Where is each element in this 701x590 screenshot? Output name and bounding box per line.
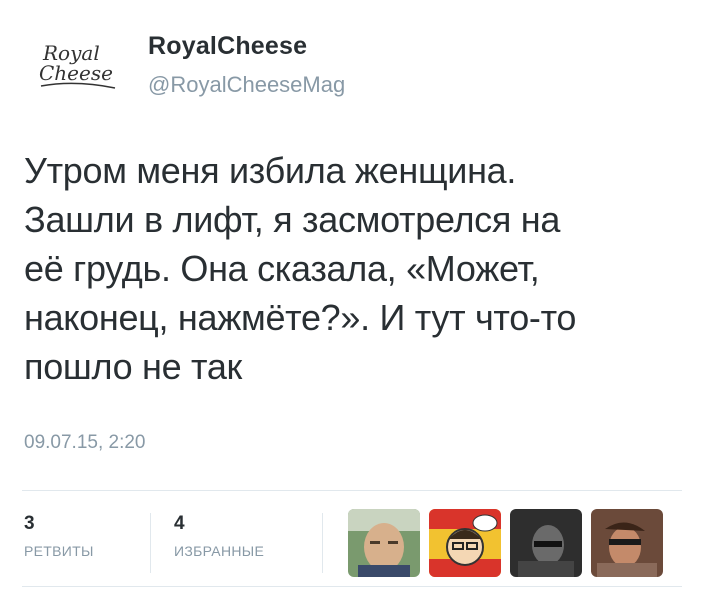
stats-separator <box>322 513 323 573</box>
user-avatar-2-icon[interactable] <box>429 509 501 577</box>
favorited-by-avatars <box>348 509 663 577</box>
user-avatar-1-icon[interactable] <box>348 509 420 577</box>
favorites-stat[interactable]: 4 ИЗБРАННЫЕ <box>174 513 264 559</box>
tweet-line: наконец, нажмёте?». И тут что-то <box>24 297 577 338</box>
tweet-line: Зашли в лифт, я засмотрелся на <box>24 199 561 240</box>
author-avatar[interactable]: Royal Cheese <box>30 32 130 100</box>
tweet-line: пошло не так <box>24 346 242 387</box>
favorites-count: 4 <box>174 513 185 534</box>
stats-separator <box>150 513 151 573</box>
user-avatar-3-icon[interactable] <box>510 509 582 577</box>
svg-text:Cheese: Cheese <box>39 61 113 85</box>
tweet-header: Royal Cheese RoyalCheese @RoyalCheeseMag <box>0 0 701 130</box>
retweets-stat[interactable]: 3 РЕТВИТЫ <box>24 513 94 559</box>
favorites-label: ИЗБРАННЫЕ <box>174 543 265 559</box>
retweets-label: РЕТВИТЫ <box>24 543 94 559</box>
author-name[interactable]: RoyalCheese <box>148 32 307 61</box>
retweets-count: 3 <box>24 513 35 534</box>
tweet-timestamp[interactable]: 09.07.15, 2:20 <box>24 432 146 454</box>
tweet-line: Утром меня избила женщина. <box>24 150 517 191</box>
royal-cheese-logo-icon: Royal Cheese <box>39 41 116 89</box>
author-handle[interactable]: @RoyalCheeseMag <box>148 72 345 98</box>
divider-bottom <box>22 586 682 587</box>
divider-top <box>22 490 682 491</box>
tweet-stats: 3 РЕТВИТЫ 4 ИЗБРАННЫЕ <box>0 497 701 587</box>
tweet-text: Утром меня избила женщина. Зашли в лифт,… <box>24 146 674 391</box>
user-avatar-4-icon[interactable] <box>591 509 663 577</box>
tweet-line: её грудь. Она сказала, «Может, <box>24 248 540 289</box>
